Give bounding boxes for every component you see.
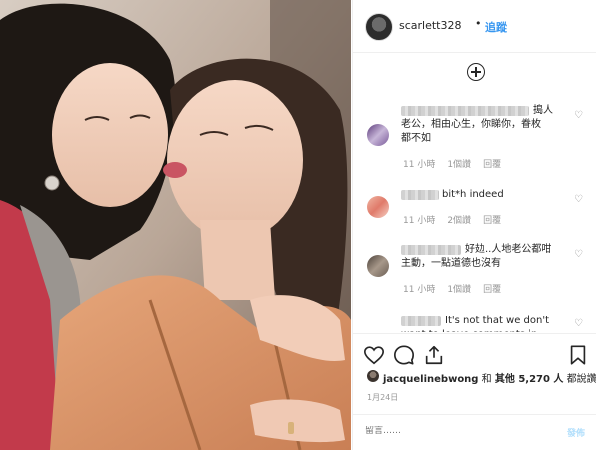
comment-icon[interactable] [393, 344, 415, 366]
photo-illustration [0, 0, 351, 450]
comment-item: It's not that we don't want to leave com… [353, 312, 596, 332]
comment-heart-icon[interactable]: ♡ [574, 318, 583, 329]
follow-button[interactable]: 追蹤 [485, 19, 507, 35]
comment-text: 好攰..人地老公都咁 主動，一點道德也沒有 [401, 244, 552, 269]
heart-icon[interactable] [363, 344, 385, 366]
reply-button[interactable]: 回覆 [483, 285, 501, 295]
plus-circle-icon[interactable] [467, 63, 485, 81]
comment-likes[interactable]: 1個讚 [447, 160, 471, 170]
commenter-name-blurred[interactable] [401, 190, 439, 200]
comment-likes[interactable]: 1個讚 [447, 285, 471, 295]
comment-text: bit*h indeed [442, 189, 504, 200]
username-link[interactable]: scarlett328 [399, 19, 462, 32]
comment-text: It's not that we don't want to leave com… [401, 315, 550, 332]
share-icon[interactable] [423, 344, 445, 366]
bookmark-icon[interactable] [567, 344, 589, 366]
commenter-avatar[interactable] [367, 255, 389, 277]
likes-text: jacquelinebwong 和 其他 5,270 人 都說讚 [383, 370, 596, 385]
comment-text: 搗人 老公，相由心生，你睇你，眷枚 都不如 [401, 105, 553, 144]
likes-and: 和 [481, 374, 492, 385]
likes-suffix: 都說讚 [566, 374, 596, 385]
comment-time: 11 小時 [403, 160, 436, 170]
liker-username[interactable]: jacquelinebwong [383, 374, 478, 385]
user-avatar[interactable] [365, 13, 393, 41]
post-actions [353, 333, 596, 374]
comment-meta: 11 小時 1個讚 回覆 [403, 157, 513, 170]
comment-meta: 11 小時 2個讚 回覆 [403, 213, 513, 226]
comment-likes[interactable]: 2個讚 [447, 216, 471, 226]
add-comment-bar: 發佈 [353, 414, 596, 451]
comment-heart-icon[interactable]: ♡ [574, 194, 583, 205]
commenter-avatar[interactable] [367, 196, 389, 218]
comment-time: 11 小時 [403, 216, 436, 226]
comment-heart-icon[interactable]: ♡ [574, 110, 583, 121]
likes-others-link[interactable]: 其他 5,270 人 [495, 374, 564, 385]
reply-button[interactable]: 回覆 [483, 216, 501, 226]
liker-avatar[interactable] [367, 370, 379, 382]
post-photo[interactable] [0, 0, 351, 450]
comment-meta: 11 小時 1個讚 回覆 [403, 282, 513, 295]
comment-input[interactable] [365, 426, 515, 436]
post-date[interactable]: 1月24日 [367, 392, 398, 403]
post-side-panel: scarlett328 • 追蹤 搗人 老公，相由心生，你睇你，眷枚 都不如 1… [352, 0, 596, 450]
post-header: scarlett328 • 追蹤 [353, 0, 596, 53]
comment-heart-icon[interactable]: ♡ [574, 249, 583, 260]
comment-time: 11 小時 [403, 285, 436, 295]
reply-button[interactable]: 回覆 [483, 160, 501, 170]
header-separator: • [475, 17, 482, 30]
commenter-avatar[interactable] [367, 124, 389, 146]
post-comment-button[interactable]: 發佈 [567, 426, 585, 439]
